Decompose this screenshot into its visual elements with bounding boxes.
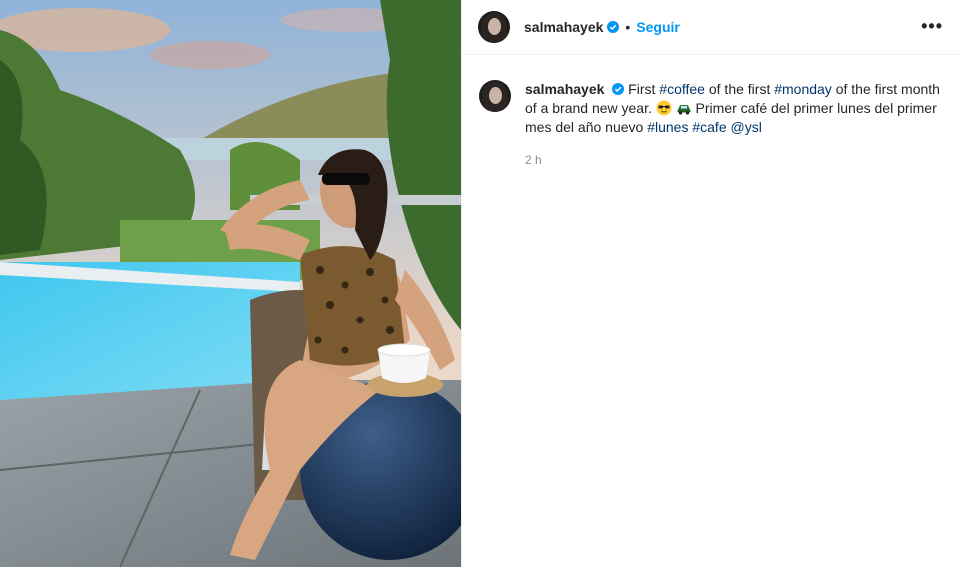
hashtag-lunes[interactable]: #lunes: [647, 119, 688, 135]
sunglasses-face-icon: [656, 100, 672, 116]
hashtag-coffee[interactable]: #coffee: [659, 81, 705, 97]
verified-badge-icon: [612, 83, 625, 95]
hashtag-cafe[interactable]: #cafe: [692, 119, 726, 135]
follow-button[interactable]: Seguir: [636, 19, 680, 35]
mention-ysl[interactable]: @ysl: [731, 119, 762, 135]
post-photo[interactable]: [0, 0, 461, 567]
author-username[interactable]: salmahayek: [524, 19, 603, 35]
hashtag-monday[interactable]: #monday: [774, 81, 832, 97]
post-caption: salmahayek First #coffee of the first #m…: [479, 80, 945, 170]
more-options-icon[interactable]: •••: [921, 16, 943, 37]
instagram-post: salmahayek • Seguir ••• salmahayek First…: [0, 0, 959, 567]
caption-segment: First: [624, 81, 660, 97]
separator-dot: •: [625, 19, 631, 35]
verified-badge-icon: [607, 21, 620, 33]
caption-username[interactable]: salmahayek: [525, 81, 604, 97]
avatar-face: [488, 18, 501, 35]
avatar-face: [489, 87, 502, 104]
post-header: salmahayek • Seguir •••: [462, 0, 959, 55]
author-avatar[interactable]: [478, 11, 510, 43]
caption-segment: of the first: [704, 81, 775, 97]
photo-illustration: [0, 0, 461, 567]
post-timestamp[interactable]: 2 h: [525, 151, 945, 170]
caption-text: salmahayek First #coffee of the first #m…: [525, 80, 945, 170]
caption-avatar[interactable]: [479, 80, 511, 112]
post-sidebar: salmahayek • Seguir ••• salmahayek First…: [461, 0, 959, 567]
car-icon: [677, 105, 691, 115]
